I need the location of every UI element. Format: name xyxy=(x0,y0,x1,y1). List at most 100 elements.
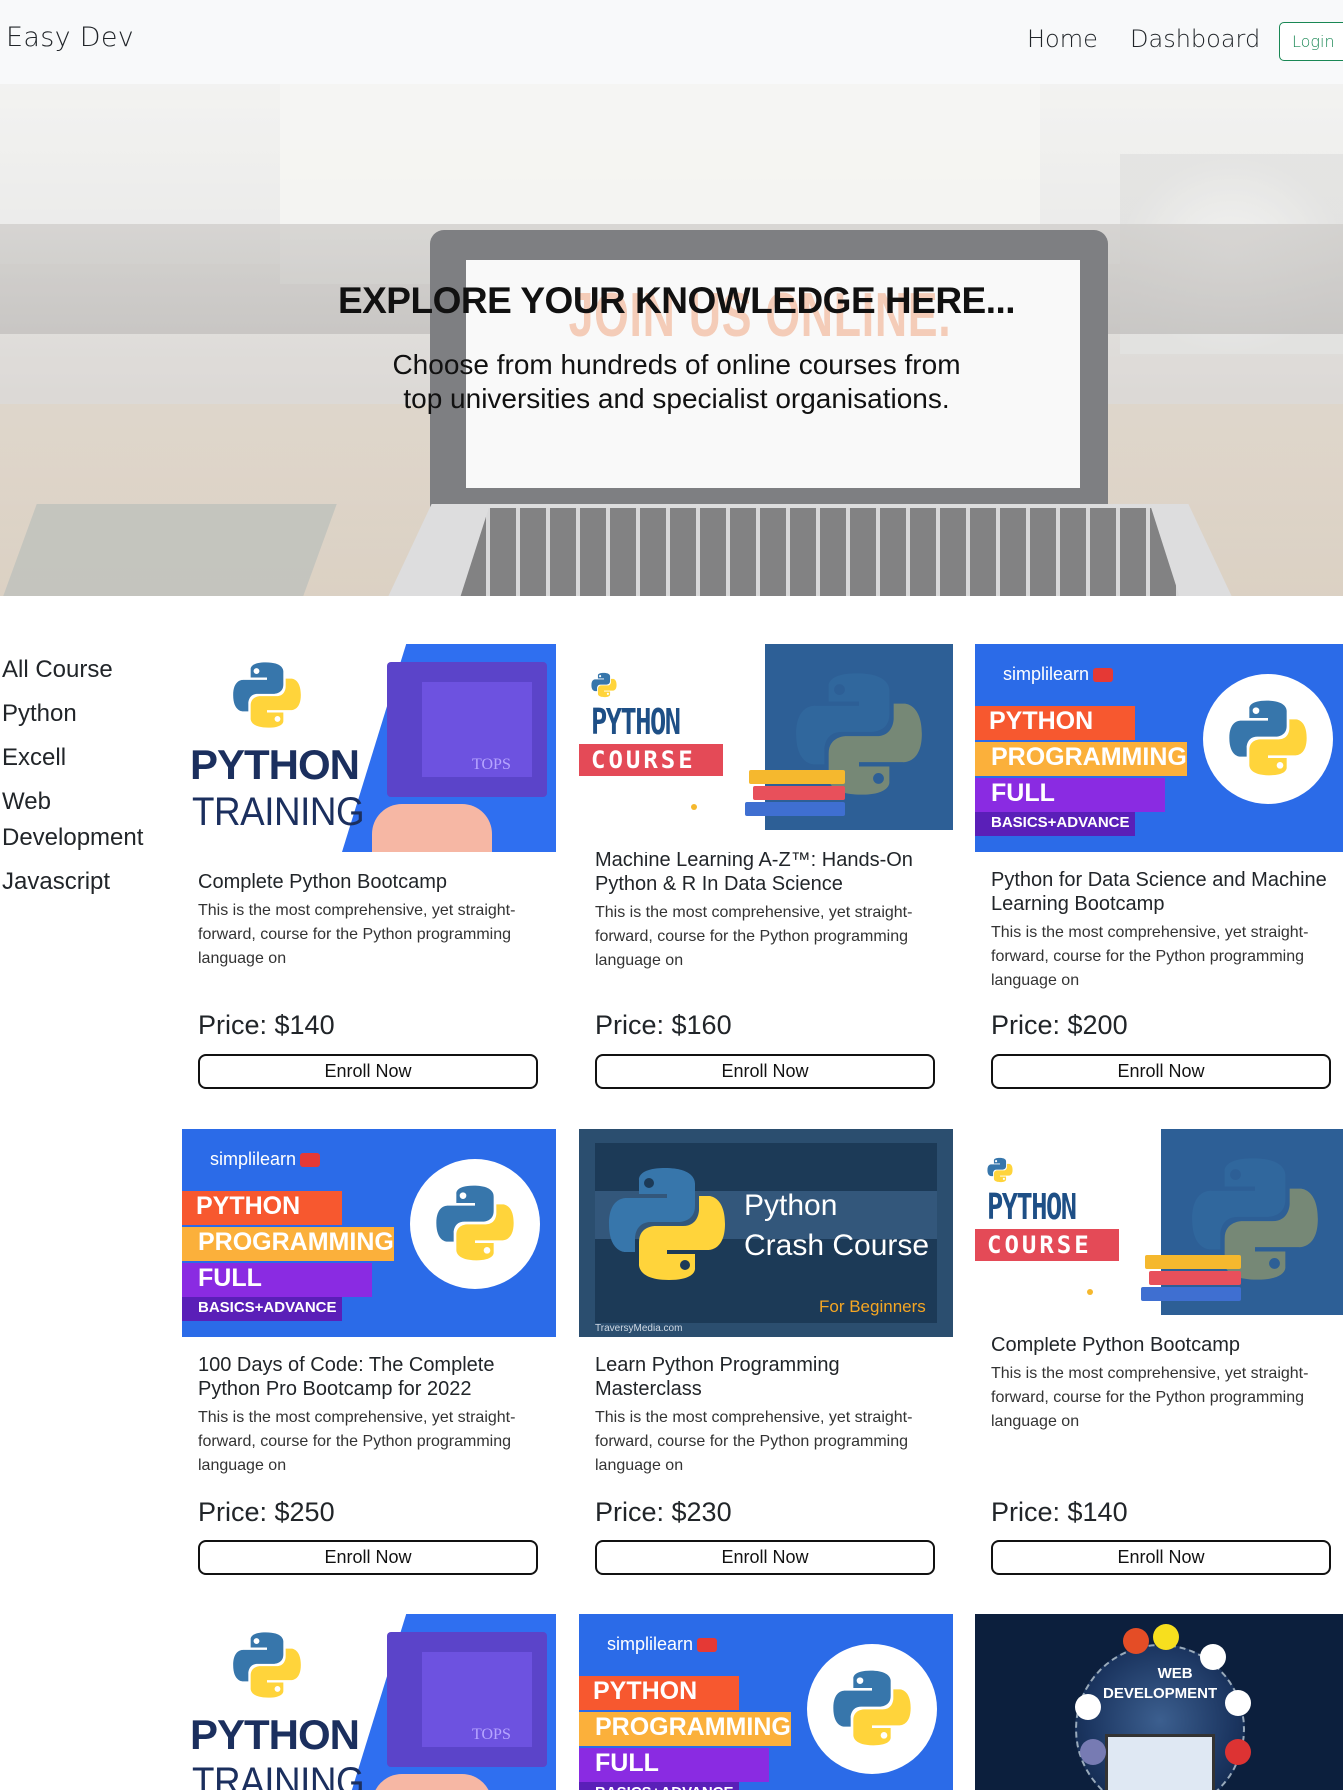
course-card: simplilearn PYTHON PROGRAMMING FULL COUR… xyxy=(579,1614,953,1790)
simplilearn-logo: simplilearn xyxy=(607,1634,694,1654)
thumbnail-dot xyxy=(1087,1289,1093,1295)
thumbnail-course-text: COURSE xyxy=(975,1229,1119,1261)
nav-link-dashboard[interactable]: Dashboard xyxy=(1130,25,1260,53)
hero-title: EXPLORE YOUR KNOWLEDGE HERE... xyxy=(337,280,1016,321)
course-card: Python Crash Course For Beginners Traver… xyxy=(579,1129,953,1575)
thumbnail-full-course-text: FULL COURSE xyxy=(975,778,1165,836)
course-thumbnail[interactable]: simplilearn PYTHON PROGRAMMING FULL COUR… xyxy=(182,1129,556,1337)
thumbnail-python-text: PYTHON xyxy=(182,1191,342,1225)
book-icon xyxy=(749,770,845,784)
thumbnail-for-beginners-text: For Beginners xyxy=(819,1297,926,1316)
brand-logo[interactable]: Easy Dev xyxy=(6,22,134,53)
python-logo-icon xyxy=(233,662,301,728)
course-description: This is the most comprehensive, yet stra… xyxy=(595,904,913,969)
youtube-icon xyxy=(300,1153,320,1167)
enroll-now-button[interactable]: Enroll Now xyxy=(198,1540,538,1575)
category-sidebar: All Course Python Excell Web Development… xyxy=(2,652,172,908)
html5-icon xyxy=(1123,1628,1149,1654)
javascript-icon xyxy=(1153,1624,1179,1650)
thumbnail-tops-logo: TOPS xyxy=(472,756,511,773)
python-logo-icon xyxy=(591,672,617,698)
course-card: PYTHON TRAINING TOPS xyxy=(182,1614,556,1790)
simplilearn-logo: simplilearn xyxy=(1003,664,1090,684)
thumbnail-full-course-text: FULL COURSE xyxy=(182,1263,372,1321)
course-title: Python for Data Science and Machine Lear… xyxy=(991,869,1327,915)
thumbnail-basics-text: BASICS+ADVANCE xyxy=(579,1782,739,1790)
enroll-now-button[interactable]: Enroll Now xyxy=(595,1540,935,1575)
enroll-now-button[interactable]: Enroll Now xyxy=(595,1054,935,1089)
sidebar-item-web-development[interactable]: Web Development xyxy=(2,784,167,856)
course-card: PYTHON COURSE Machine Learning A-Z™: Han… xyxy=(579,644,953,1090)
thumbnail-python-text: PYTHON xyxy=(591,702,681,743)
course-title: Learn Python Programming Masterclass xyxy=(595,1354,840,1400)
thumbnail-basics-text: BASICS+ADVANCE xyxy=(182,1297,342,1321)
course-description: This is the most comprehensive, yet stra… xyxy=(198,1409,516,1474)
sidebar-item-excell[interactable]: Excell xyxy=(2,740,172,776)
python-logo-icon xyxy=(609,1168,725,1280)
course-price: Price: $140 xyxy=(198,1010,335,1040)
sidebar-item-python[interactable]: Python xyxy=(2,696,172,732)
python-logo-icon xyxy=(987,1157,1013,1183)
course-thumbnail[interactable]: simplilearn PYTHON PROGRAMMING FULL COUR… xyxy=(975,644,1343,852)
jquery-icon xyxy=(1200,1644,1226,1670)
course-price: Price: $200 xyxy=(991,1010,1128,1040)
hero-subtitle-line1: Choose from hundreds of online courses f… xyxy=(392,349,961,380)
enroll-now-button[interactable]: Enroll Now xyxy=(198,1054,538,1089)
python-logo-icon xyxy=(436,1185,514,1261)
wordpress-icon xyxy=(1225,1690,1251,1716)
laravel-icon xyxy=(1225,1739,1251,1765)
course-title: Machine Learning A-Z™: Hands-On Python &… xyxy=(595,849,913,895)
thumbnail-python-text: PYTHON xyxy=(987,1187,1077,1228)
php-icon xyxy=(1080,1739,1106,1765)
course-thumbnail[interactable]: PYTHON COURSE xyxy=(975,1129,1343,1337)
nav-link-home[interactable]: Home xyxy=(1027,25,1098,53)
hero-subtitle: Choose from hundreds of online courses f… xyxy=(0,348,1343,416)
course-card: PYTHON COURSE Complete Python Bootcamp T… xyxy=(975,1129,1343,1575)
thumbnail-hands xyxy=(372,1774,492,1790)
thumbnail-training-text: TRAINING xyxy=(192,1760,365,1790)
course-card: WEB DEVELOPMENT xyxy=(975,1614,1343,1790)
course-title: Complete Python Bootcamp xyxy=(198,871,448,893)
course-price: Price: $160 xyxy=(595,1010,732,1040)
css-icon xyxy=(1075,1694,1101,1720)
course-card: PYTHON TRAINING TOPS Complete Python Boo… xyxy=(182,644,556,1090)
course-thumbnail[interactable]: PYTHON COURSE xyxy=(579,644,953,852)
thumbnail-python-text: PYTHON xyxy=(975,706,1135,740)
course-card: simplilearn PYTHON PROGRAMMING FULL COUR… xyxy=(182,1129,556,1575)
course-thumbnail[interactable]: PYTHON TRAINING TOPS xyxy=(182,1614,556,1790)
book-icon xyxy=(745,802,845,816)
hero-subtitle-line2: top universities and specialist organisa… xyxy=(403,383,950,414)
login-button[interactable]: Login xyxy=(1279,22,1343,61)
thumbnail-course-text: COURSE xyxy=(579,744,723,776)
book-icon xyxy=(1145,1255,1241,1269)
course-description: This is the most comprehensive, yet stra… xyxy=(991,1365,1309,1430)
thumbnail-dot xyxy=(691,804,697,810)
book-icon xyxy=(753,786,845,800)
course-thumbnail[interactable]: WEB DEVELOPMENT xyxy=(975,1614,1343,1790)
thumbnail-development-text: DEVELOPMENT xyxy=(1103,1685,1218,1702)
youtube-icon xyxy=(1093,668,1113,682)
thumbnail-crash-course-text: Crash Course xyxy=(744,1229,930,1262)
enroll-now-button[interactable]: Enroll Now xyxy=(991,1054,1331,1089)
sidebar-item-all-course[interactable]: All Course xyxy=(2,652,172,688)
sidebar-item-javascript[interactable]: Javascript xyxy=(2,864,172,900)
thumbnail-web-development-text: WEB DEVELOPMENT xyxy=(1103,1664,1217,1704)
thumbnail-programming-text: PROGRAMMING xyxy=(182,1227,394,1261)
course-description: This is the most comprehensive, yet stra… xyxy=(991,924,1309,989)
enroll-now-button[interactable]: Enroll Now xyxy=(991,1540,1331,1575)
thumbnail-python-text: PYTHON xyxy=(190,741,360,788)
course-price: Price: $230 xyxy=(595,1497,732,1527)
course-description: This is the most comprehensive, yet stra… xyxy=(198,902,516,967)
book-icon xyxy=(1149,1271,1241,1285)
hero-banner: JOIN US ONLINE. EXPLORE YOUR KNOWLEDGE H… xyxy=(0,84,1343,596)
course-thumbnail[interactable]: PYTHON TRAINING TOPS xyxy=(182,644,556,852)
course-price: Price: $140 xyxy=(991,1497,1128,1527)
thumbnail-full-course-text: FULL COURSE xyxy=(579,1748,769,1790)
course-thumbnail[interactable]: Python Crash Course For Beginners Traver… xyxy=(579,1129,953,1337)
thumbnail-tops-logo: TOPS xyxy=(472,1726,511,1743)
course-thumbnail[interactable]: simplilearn PYTHON PROGRAMMING FULL COUR… xyxy=(579,1614,953,1790)
thumbnail-training-text: TRAINING xyxy=(192,790,365,834)
laptop-icon xyxy=(1105,1734,1215,1790)
thumbnail-python-text: PYTHON xyxy=(579,1676,739,1710)
thumbnail-python-text: Python xyxy=(744,1189,838,1222)
